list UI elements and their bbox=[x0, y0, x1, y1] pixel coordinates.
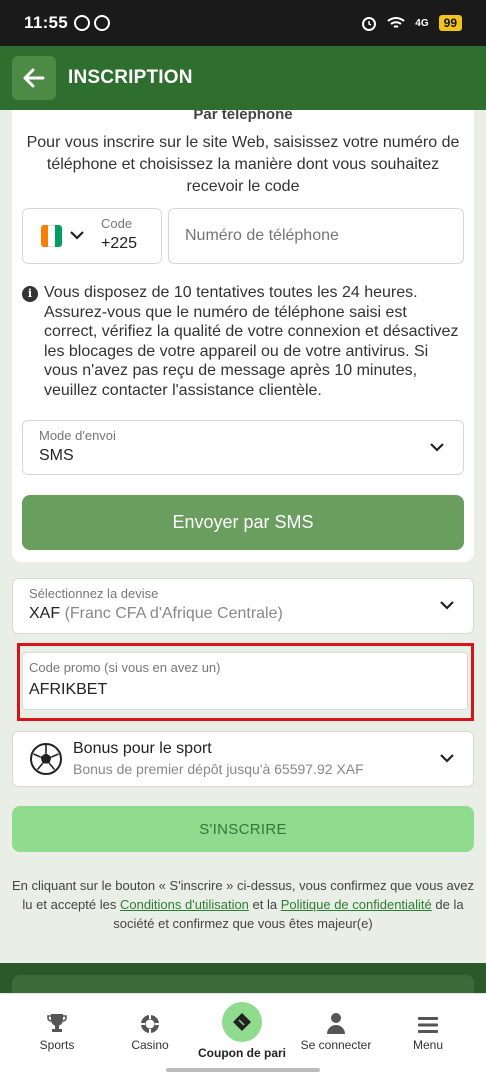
bonus-title: Bonus pour le sport bbox=[73, 740, 212, 757]
bonus-subtitle: Bonus de premier dépôt jusqu'à 65597.92 … bbox=[73, 761, 364, 777]
nav-menu-label: Menu bbox=[412, 1038, 444, 1052]
nav-casino[interactable]: Casino bbox=[105, 994, 195, 1052]
notification-icons bbox=[74, 15, 111, 31]
messenger-icon bbox=[94, 15, 111, 31]
phone-registration-card: Par téléphone Pour vous inscrire sur le … bbox=[12, 110, 474, 562]
whatsapp-icon bbox=[74, 15, 91, 31]
hamburger-menu-icon bbox=[418, 1017, 438, 1033]
nav-login-label: Se connecter bbox=[300, 1038, 372, 1052]
status-time: 11:55 bbox=[24, 13, 69, 32]
nav-menu[interactable]: Menu bbox=[383, 994, 473, 1052]
currency-select[interactable]: Sélectionnez la devise XAF (Franc CFA d'… bbox=[12, 578, 474, 634]
battery-icon: 99 bbox=[438, 15, 462, 31]
promo-code-field[interactable]: Code promo (si vous en avez un) bbox=[22, 652, 468, 710]
code-value: +225 bbox=[101, 235, 138, 252]
terms-link[interactable]: Conditions d'utilisation bbox=[120, 897, 249, 912]
info-icon: i bbox=[22, 286, 38, 302]
send-mode-label: Mode d'envoi bbox=[39, 428, 116, 443]
ivory-coast-flag-icon bbox=[41, 225, 62, 247]
privacy-policy-link[interactable]: Politique de confidentialité bbox=[281, 897, 432, 912]
casino-chip-icon bbox=[141, 1015, 159, 1033]
chevron-down-icon bbox=[70, 231, 84, 240]
alarm-icon bbox=[362, 17, 377, 31]
network-icon: 4G bbox=[415, 17, 429, 29]
chevron-down-icon bbox=[440, 601, 454, 610]
phone-number-input[interactable] bbox=[168, 208, 464, 264]
nav-coupon[interactable]: Coupon de pari bbox=[197, 994, 287, 1060]
nav-sports-label: Sports bbox=[39, 1038, 75, 1052]
trophy-icon bbox=[47, 1014, 67, 1032]
send-mode-value: SMS bbox=[39, 447, 74, 464]
wifi-icon bbox=[387, 17, 405, 28]
currency-code: XAF bbox=[29, 605, 61, 622]
register-button[interactable]: S'INSCRIRE bbox=[12, 806, 474, 852]
page-title: INSCRIPTION bbox=[68, 67, 193, 88]
nav-login[interactable]: Se connecter bbox=[291, 994, 381, 1052]
nav-coupon-label: Coupon de pari bbox=[198, 1046, 286, 1060]
status-bar: 11:55 4G 99 bbox=[0, 0, 486, 46]
chevron-down-icon bbox=[440, 754, 454, 763]
status-right: 4G 99 bbox=[361, 15, 462, 31]
coupon-button bbox=[222, 1002, 262, 1042]
send-sms-button[interactable]: Envoyer par SMS bbox=[22, 495, 464, 550]
ticket-icon bbox=[233, 1013, 251, 1031]
bottom-nav: Sports Casino Coupon de pari Se connecte… bbox=[0, 993, 486, 1080]
send-mode-select[interactable]: Mode d'envoi SMS bbox=[22, 420, 464, 475]
soccer-ball-icon bbox=[30, 743, 62, 775]
promo-code-input[interactable] bbox=[29, 681, 429, 699]
nav-casino-label: Casino bbox=[131, 1038, 169, 1052]
arrow-left-icon bbox=[23, 68, 45, 88]
intro-text: Pour vous inscrire sur le site Web, sais… bbox=[26, 134, 460, 195]
code-label: Code bbox=[101, 216, 133, 231]
section-heading: Par téléphone bbox=[193, 110, 293, 123]
country-code-selector[interactable]: Code +225 bbox=[22, 208, 162, 264]
promo-code-label: Code promo (si vous en avez un) bbox=[29, 660, 221, 675]
legal-text: En cliquant sur le bouton « S'inscrire »… bbox=[10, 876, 476, 933]
user-icon bbox=[327, 1013, 345, 1034]
currency-name: (Franc CFA d'Afrique Centrale) bbox=[64, 605, 283, 622]
currency-value: XAF (Franc CFA d'Afrique Centrale) bbox=[29, 605, 283, 623]
home-indicator[interactable] bbox=[166, 1068, 320, 1072]
back-button[interactable] bbox=[12, 56, 56, 100]
currency-label: Sélectionnez la devise bbox=[29, 586, 159, 601]
chevron-down-icon bbox=[430, 443, 444, 452]
app-header: INSCRIPTION bbox=[0, 46, 486, 110]
info-text: Vous disposez de 10 tentatives toutes le… bbox=[44, 284, 459, 399]
legal-part-2: et la bbox=[248, 897, 281, 912]
nav-sports[interactable]: Sports bbox=[12, 994, 102, 1052]
bonus-select[interactable]: Bonus pour le sport Bonus de premier dép… bbox=[12, 731, 474, 787]
